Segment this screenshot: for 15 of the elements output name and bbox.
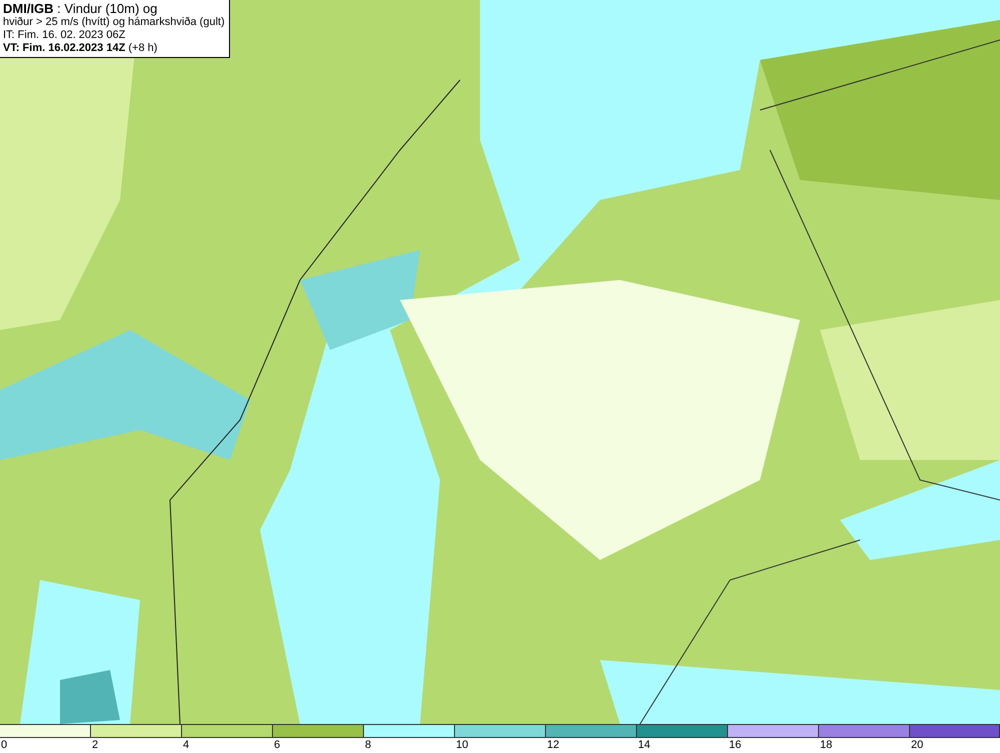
legend-label: 8 xyxy=(364,738,372,752)
title-line: IT: Fim. 16. 02. 2023 06Z xyxy=(3,29,126,42)
legend-label: 4 xyxy=(182,738,190,752)
legend-label: 18 xyxy=(819,738,832,752)
legend-label: 0 xyxy=(0,738,8,752)
legend-label: 10 xyxy=(455,738,468,752)
legend-label: 20 xyxy=(910,738,924,752)
legend-label: 6 xyxy=(273,738,280,752)
title-line: DMI/IGB : Vindur (10m) og xyxy=(3,1,158,16)
title-line: VT: Fim. 16.02.2023 14Z (+8 h) xyxy=(3,42,158,55)
legend-label: 14 xyxy=(637,738,650,752)
legend-label: 16 xyxy=(728,738,742,752)
legend-label: 2 xyxy=(91,738,98,752)
legend-label: 12 xyxy=(546,738,560,752)
title-line: hviður > 25 m/s (hvítt) og hámarkshviða (gult) xyxy=(3,16,225,29)
